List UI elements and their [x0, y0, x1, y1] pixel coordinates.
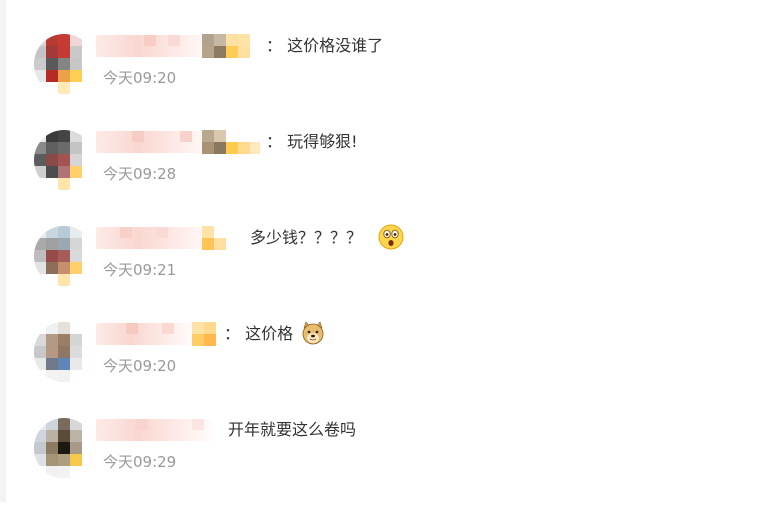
username[interactable] [96, 131, 216, 153]
comment-text: 多少钱？？？？ [250, 228, 363, 247]
comment-item: 开年就要这么卷吗 今天09:29 [0, 418, 771, 508]
avatar[interactable] [34, 226, 94, 286]
user-badge [192, 322, 220, 346]
username[interactable] [96, 419, 216, 441]
avatar[interactable] [34, 34, 94, 94]
timestamp: 今天09:28 [103, 165, 177, 183]
timestamp: 今天09:20 [103, 357, 177, 375]
timestamp: 今天09:29 [103, 453, 177, 471]
comment-text: ： 这价格没谁了 [266, 36, 384, 55]
user-badge [202, 34, 260, 58]
username[interactable] [96, 227, 216, 249]
comment-item: ： 玩得够狠! 今天09:28 [0, 130, 771, 220]
avatar[interactable] [34, 322, 94, 382]
user-badge [202, 226, 250, 250]
comment-text: ： 这价格 [224, 324, 294, 343]
comment-item: ： 这价格 今天09:20 [0, 320, 771, 412]
comment-item: ： 这价格没谁了 今天09:20 [0, 34, 771, 124]
avatar[interactable] [34, 130, 94, 190]
user-badge [202, 130, 260, 154]
username[interactable] [96, 35, 216, 57]
comment-text: 开年就要这么卷吗 [228, 420, 357, 439]
shocked-face-icon [378, 224, 404, 250]
doge-icon [300, 320, 326, 346]
timestamp: 今天09:20 [103, 69, 177, 87]
comment-item: 多少钱？？？？ 今天09:21 [0, 224, 771, 316]
username[interactable] [96, 323, 196, 345]
avatar[interactable] [34, 418, 94, 478]
comment-text: ： 玩得够狠! [266, 132, 358, 151]
timestamp: 今天09:21 [103, 261, 177, 279]
comment-list: ： 这价格没谁了 今天09:20 ： 玩得够狠! 今天09:28 多少钱？？？？… [0, 0, 771, 502]
